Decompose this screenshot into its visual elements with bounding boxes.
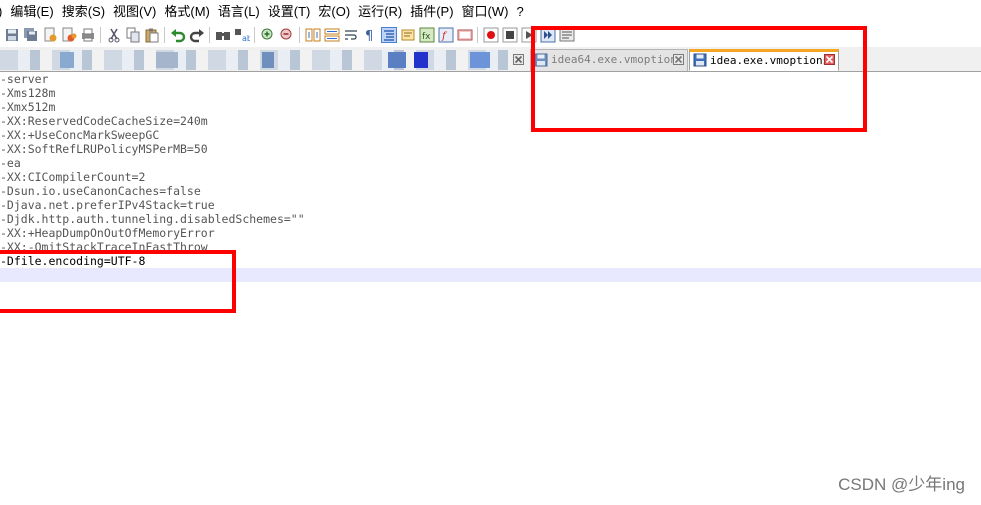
sync-horizontal-icon[interactable] bbox=[324, 27, 340, 43]
watermark: CSDN @少年ing bbox=[838, 475, 965, 494]
editor-line: -Xms128m bbox=[0, 86, 56, 100]
close-icon[interactable] bbox=[42, 27, 58, 43]
zoom-out-icon[interactable] bbox=[279, 27, 295, 43]
close-all-icon[interactable] bbox=[61, 27, 77, 43]
toolbar-separator bbox=[100, 27, 101, 43]
editor-line: -XX:ReservedCodeCacheSize=240m bbox=[0, 114, 208, 128]
menu-format[interactable]: 格式(M) bbox=[160, 0, 214, 24]
record-macro-icon[interactable] bbox=[483, 27, 499, 43]
annotation-box-tabs bbox=[531, 26, 867, 132]
paste-icon[interactable] bbox=[144, 27, 160, 43]
menu-plugins[interactable]: 插件(P) bbox=[406, 0, 457, 24]
editor-line: -Djdk.http.auth.tunneling.disabledScheme… bbox=[0, 212, 305, 226]
replace-icon[interactable]: ab bbox=[234, 27, 250, 43]
close-icon[interactable] bbox=[513, 54, 524, 65]
svg-text:ab: ab bbox=[242, 34, 250, 43]
editor-line: -XX:+HeapDumpOnOutOfMemoryError bbox=[0, 226, 215, 240]
svg-text:¶: ¶ bbox=[365, 29, 373, 43]
toolbar-separator bbox=[209, 27, 210, 43]
print-icon[interactable] bbox=[80, 27, 96, 43]
menu-language[interactable]: 语言(L) bbox=[214, 0, 264, 24]
undo-icon[interactable] bbox=[170, 27, 186, 43]
menu-bar: ) 编辑(E) 搜索(S) 视图(V) 格式(M) 语言(L) 设置(T) 宏(… bbox=[0, 0, 981, 24]
zoom-in-icon[interactable] bbox=[260, 27, 276, 43]
indent-guide-icon[interactable] bbox=[380, 27, 397, 43]
annotation-box-encoding-line bbox=[0, 250, 236, 313]
menu-edit[interactable]: 编辑(E) bbox=[6, 0, 57, 24]
menu-settings[interactable]: 设置(T) bbox=[264, 0, 315, 24]
editor-line: -XX:CICompilerCount=2 bbox=[0, 170, 146, 184]
function-list-icon[interactable]: fx bbox=[419, 27, 435, 43]
toolbar-separator bbox=[477, 27, 478, 43]
stop-record-icon[interactable] bbox=[502, 27, 518, 43]
menu-search[interactable]: 搜索(S) bbox=[58, 0, 109, 24]
toolbar-separator bbox=[254, 27, 255, 43]
sync-vertical-icon[interactable] bbox=[305, 27, 321, 43]
editor-line: -ea bbox=[0, 156, 21, 170]
menu-help[interactable]: ? bbox=[512, 0, 527, 24]
word-wrap-icon[interactable] bbox=[343, 27, 359, 43]
redo-icon[interactable] bbox=[189, 27, 205, 43]
editor-line: -server bbox=[0, 72, 49, 86]
editor-line: -XX:+UseConcMarkSweepGC bbox=[0, 128, 160, 142]
monitor-icon[interactable] bbox=[457, 27, 473, 43]
editor-line: -Dsun.io.useCanonCaches=false bbox=[0, 184, 201, 198]
menu-window[interactable]: 窗口(W) bbox=[458, 0, 513, 24]
editor-line: -Xmx512m bbox=[0, 100, 56, 114]
doc-map-icon[interactable] bbox=[400, 27, 416, 43]
save-icon[interactable] bbox=[4, 27, 20, 43]
show-all-chars-icon[interactable]: ¶ bbox=[362, 27, 378, 43]
menu-view[interactable]: 视图(V) bbox=[109, 0, 160, 24]
find-icon[interactable] bbox=[215, 27, 231, 43]
obscured-tabs bbox=[0, 50, 512, 70]
menu-run[interactable]: 运行(R) bbox=[354, 0, 406, 24]
toolbar-separator bbox=[164, 27, 165, 43]
cut-icon[interactable] bbox=[106, 27, 122, 43]
save-all-icon[interactable] bbox=[23, 27, 39, 43]
editor-line: -XX:SoftRefLRUPolicyMSPerMB=50 bbox=[0, 142, 208, 156]
toolbar-separator bbox=[299, 27, 300, 43]
copy-icon[interactable] bbox=[125, 27, 141, 43]
menu-macro[interactable]: 宏(O) bbox=[314, 0, 354, 24]
editor-line: -Djava.net.preferIPv4Stack=true bbox=[0, 198, 215, 212]
svg-text:fx: fx bbox=[422, 32, 431, 42]
folder-workspace-icon[interactable]: f bbox=[438, 27, 454, 43]
